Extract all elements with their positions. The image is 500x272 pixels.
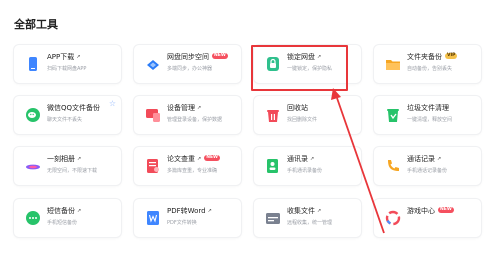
annotation-arrow <box>331 88 385 234</box>
